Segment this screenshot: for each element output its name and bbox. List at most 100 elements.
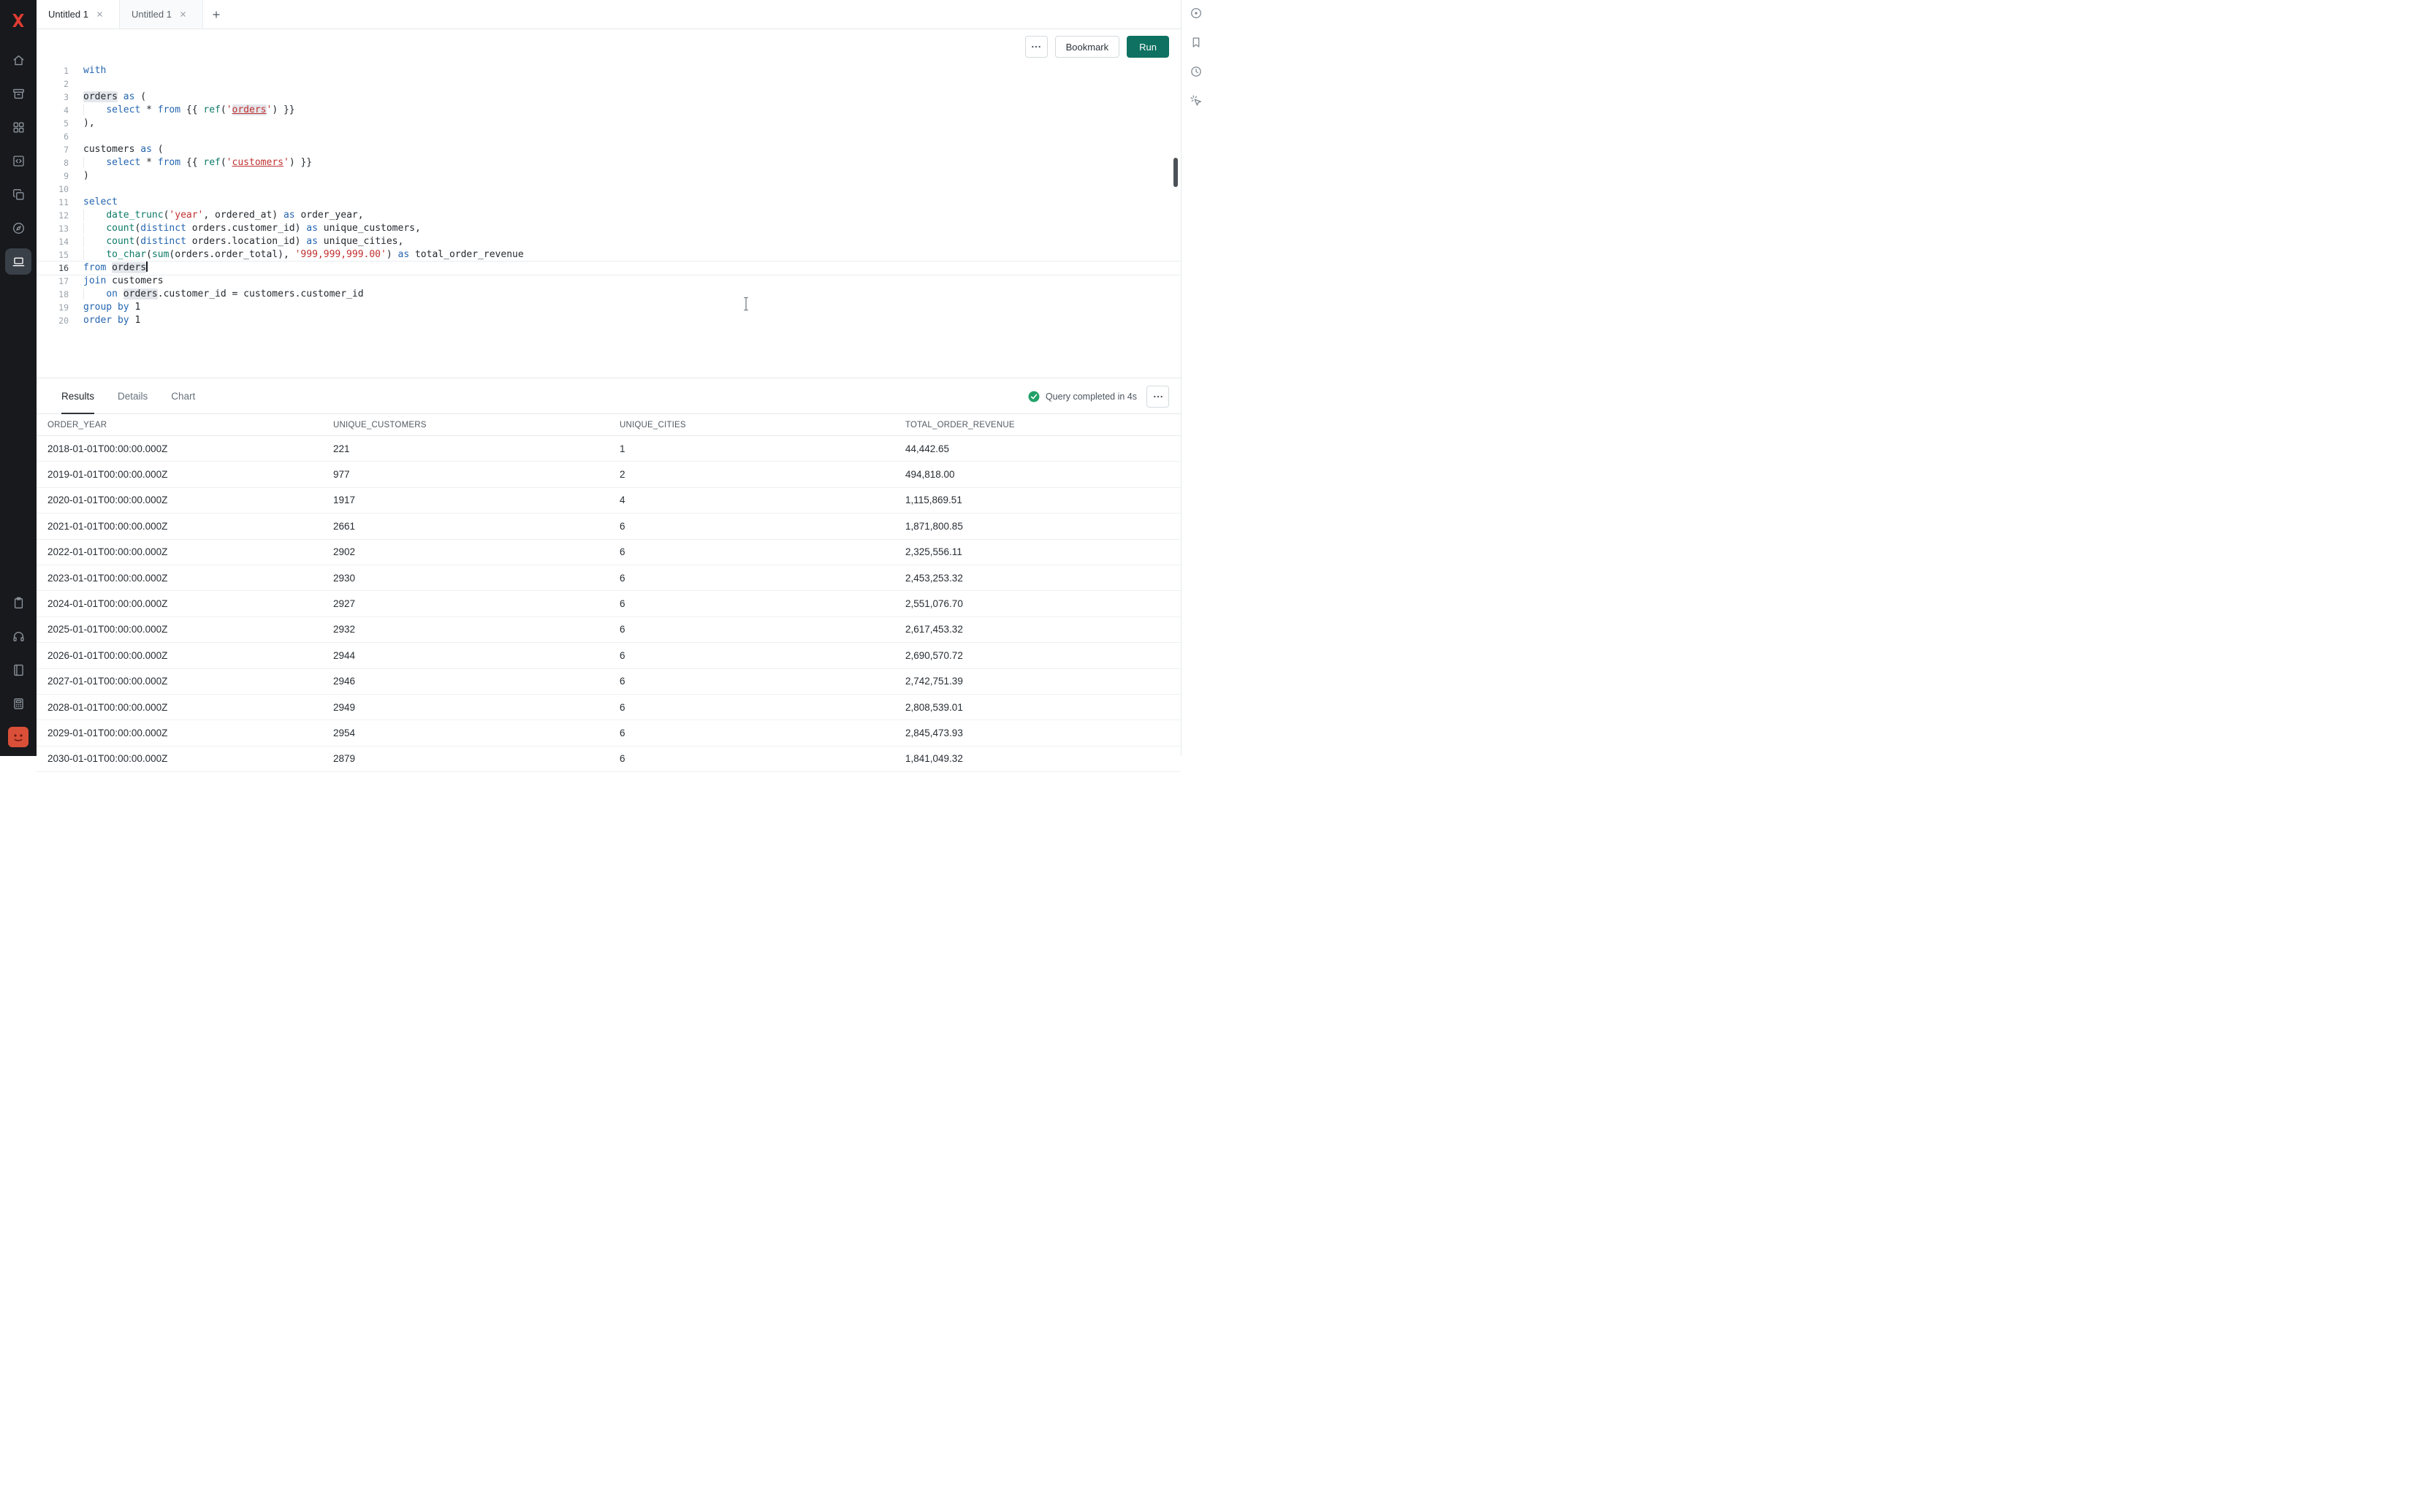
code-line-1[interactable]: 1with xyxy=(37,64,1181,77)
code-line-10[interactable]: 10 xyxy=(37,183,1181,196)
table-row[interactable]: 2026-01-01T00:00:00.000Z294462,690,570.7… xyxy=(37,643,1181,668)
bookmark-icon[interactable] xyxy=(1187,34,1205,51)
clipboard-icon[interactable] xyxy=(5,589,31,616)
column-header[interactable]: UNIQUE_CITIES xyxy=(620,421,905,429)
calculator-icon[interactable] xyxy=(5,690,31,717)
code-line-17[interactable]: 17join customers xyxy=(37,275,1181,288)
copilot-icon[interactable] xyxy=(1187,4,1205,22)
headphones-icon[interactable] xyxy=(5,623,31,649)
table-row[interactable]: 2019-01-01T00:00:00.000Z9772494,818.00 xyxy=(37,462,1181,487)
table-cell: 2930 xyxy=(333,573,620,584)
tab-chart[interactable]: Chart xyxy=(171,378,195,413)
table-cell: 221 xyxy=(333,443,620,454)
code-line-6[interactable]: 6 xyxy=(37,130,1181,143)
tab-details[interactable]: Details xyxy=(118,378,148,413)
code-line-2[interactable]: 2 xyxy=(37,77,1181,91)
laptop-icon[interactable] xyxy=(5,248,31,275)
line-number: 9 xyxy=(37,169,69,183)
results-more-button[interactable] xyxy=(1146,386,1169,408)
column-header[interactable]: TOTAL_ORDER_REVENUE xyxy=(905,421,1181,429)
cursor-click-icon[interactable] xyxy=(1187,92,1205,110)
column-header[interactable]: UNIQUE_CUSTOMERS xyxy=(333,421,620,429)
table-cell: 2025-01-01T00:00:00.000Z xyxy=(47,624,333,635)
tab-untitled-1[interactable]: Untitled 1 xyxy=(37,0,120,28)
table-row[interactable]: 2027-01-01T00:00:00.000Z294662,742,751.3… xyxy=(37,669,1181,695)
table-cell: 2019-01-01T00:00:00.000Z xyxy=(47,469,333,480)
table-cell: 6 xyxy=(620,728,905,738)
table-cell: 1,115,869.51 xyxy=(905,495,1181,505)
close-tab-icon[interactable] xyxy=(179,10,187,18)
home-icon[interactable] xyxy=(5,47,31,73)
table-cell: 2029-01-01T00:00:00.000Z xyxy=(47,728,333,738)
table-row[interactable]: 2024-01-01T00:00:00.000Z292762,551,076.7… xyxy=(37,591,1181,616)
table-row[interactable]: 2020-01-01T00:00:00.000Z191741,115,869.5… xyxy=(37,488,1181,513)
line-number: 4 xyxy=(37,104,69,117)
code-line-5[interactable]: 5), xyxy=(37,117,1181,130)
table-cell: 2932 xyxy=(333,624,620,635)
code-line-7[interactable]: 7customers as ( xyxy=(37,143,1181,156)
code-line-13[interactable]: 13 count(distinct orders.customer_id) as… xyxy=(37,222,1181,235)
editor-toolbar: Bookmark Run xyxy=(37,29,1181,64)
table-cell: 2,325,556.11 xyxy=(905,546,1181,557)
table-row[interactable]: 2029-01-01T00:00:00.000Z295462,845,473.9… xyxy=(37,720,1181,746)
line-number: 15 xyxy=(37,248,69,261)
table-cell: 2027-01-01T00:00:00.000Z xyxy=(47,676,333,687)
code-line-14[interactable]: 14 count(distinct orders.location_id) as… xyxy=(37,235,1181,248)
close-tab-icon[interactable] xyxy=(96,10,104,18)
table-row[interactable]: 2021-01-01T00:00:00.000Z266161,871,800.8… xyxy=(37,513,1181,539)
compass-icon[interactable] xyxy=(5,215,31,241)
table-cell: 2022-01-01T00:00:00.000Z xyxy=(47,546,333,557)
more-options-button[interactable] xyxy=(1025,36,1048,58)
app-logo[interactable] xyxy=(0,0,37,41)
line-number: 16 xyxy=(37,261,69,275)
code-line-11[interactable]: 11select xyxy=(37,196,1181,209)
history-icon[interactable] xyxy=(1187,63,1205,80)
user-avatar[interactable] xyxy=(8,727,28,747)
editor-scrollbar[interactable] xyxy=(1173,158,1178,187)
archive-icon[interactable] xyxy=(5,80,31,107)
bookmark-button[interactable]: Bookmark xyxy=(1055,36,1120,58)
code-line-18[interactable]: 18 on orders.customer_id = customers.cus… xyxy=(37,288,1181,301)
table-row[interactable]: 2028-01-01T00:00:00.000Z294962,808,539.0… xyxy=(37,695,1181,720)
copy-icon[interactable] xyxy=(5,181,31,207)
table-row[interactable]: 2023-01-01T00:00:00.000Z293062,453,253.3… xyxy=(37,565,1181,591)
table-row[interactable]: 2022-01-01T00:00:00.000Z290262,325,556.1… xyxy=(37,540,1181,565)
table-cell: 6 xyxy=(620,598,905,609)
table-cell: 1,871,800.85 xyxy=(905,521,1181,532)
line-number: 6 xyxy=(37,130,69,143)
table-cell: 2024-01-01T00:00:00.000Z xyxy=(47,598,333,609)
code-line-9[interactable]: 9) xyxy=(37,169,1181,183)
new-tab-button[interactable] xyxy=(203,0,229,28)
book-icon[interactable] xyxy=(5,657,31,683)
table-cell: 494,818.00 xyxy=(905,469,1181,480)
ellipsis-icon xyxy=(1030,41,1042,53)
ellipsis-icon xyxy=(1152,391,1164,402)
table-row[interactable]: 2030-01-01T00:00:00.000Z287961,841,049.3… xyxy=(37,747,1181,772)
code-line-20[interactable]: 20order by 1 xyxy=(37,314,1181,327)
tab-untitled-2[interactable]: Untitled 1 xyxy=(120,0,203,28)
table-cell: 6 xyxy=(620,573,905,584)
tab-results[interactable]: Results xyxy=(61,378,94,413)
code-line-3[interactable]: 3orders as ( xyxy=(37,91,1181,104)
code-line-4[interactable]: 4 select * from {{ ref('orders') }} xyxy=(37,104,1181,117)
code-line-19[interactable]: 19group by 1 xyxy=(37,301,1181,314)
code-line-8[interactable]: 8 select * from {{ ref('customers') }} xyxy=(37,156,1181,169)
table-cell: 44,442.65 xyxy=(905,443,1181,454)
table-cell: 2927 xyxy=(333,598,620,609)
table-cell: 6 xyxy=(620,702,905,713)
line-number: 5 xyxy=(37,117,69,130)
table-row[interactable]: 2025-01-01T00:00:00.000Z293262,617,453.3… xyxy=(37,617,1181,643)
code-line-15[interactable]: 15 to_char(sum(orders.order_total), '999… xyxy=(37,248,1181,261)
code-square-icon[interactable] xyxy=(5,148,31,174)
query-status: Query completed in 4s xyxy=(1028,378,1137,414)
code-line-12[interactable]: 12 date_trunc('year', ordered_at) as ord… xyxy=(37,209,1181,222)
table-cell: 2,845,473.93 xyxy=(905,728,1181,738)
grid-icon[interactable] xyxy=(5,114,31,140)
column-header[interactable]: ORDER_YEAR xyxy=(47,421,333,429)
run-button[interactable]: Run xyxy=(1127,36,1169,58)
sql-editor[interactable]: 1with23orders as (4 select * from {{ ref… xyxy=(37,64,1181,378)
table-cell: 2944 xyxy=(333,650,620,661)
table-cell: 2028-01-01T00:00:00.000Z xyxy=(47,702,333,713)
table-row[interactable]: 2018-01-01T00:00:00.000Z221144,442.65 xyxy=(37,436,1181,462)
code-line-16[interactable]: 16from orders xyxy=(37,261,1181,275)
